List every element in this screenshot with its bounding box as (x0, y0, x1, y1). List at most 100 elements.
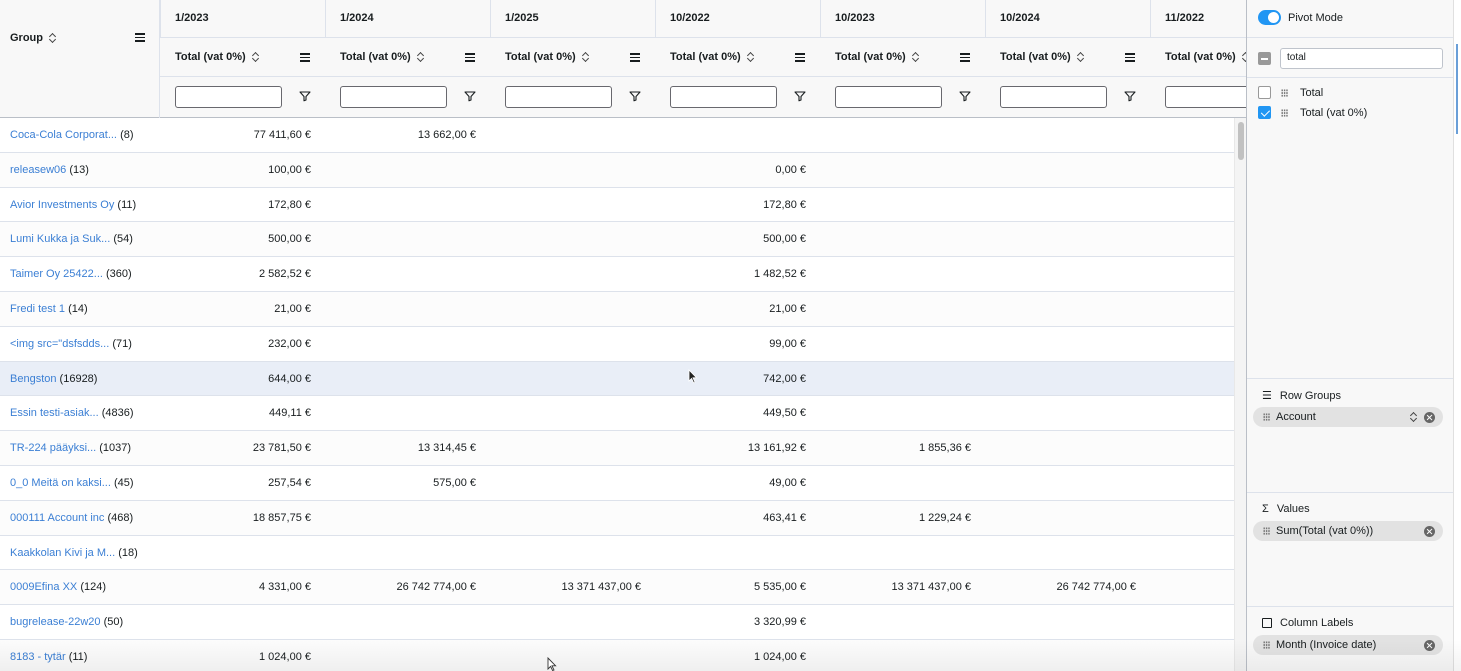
sort-icon[interactable] (1077, 52, 1085, 62)
group-name-link[interactable]: Essin testi-asiak... (10, 407, 99, 419)
group-name-link[interactable]: 0009Efina XX (10, 581, 77, 593)
table-row[interactable]: 0_0 Meitä on kaksi... (45) 257,54 € 575,00… (0, 466, 1234, 501)
drag-handle-icon[interactable] (1281, 88, 1288, 97)
table-row[interactable]: 0009Efina XX (124) 4 331,00 € 26 742 774,0… (0, 570, 1234, 606)
group-name-link[interactable]: TR-224 pääyksi... (10, 442, 96, 454)
group-cell[interactable]: 000111 Account inc (468) (10, 512, 133, 524)
column-filter-input[interactable] (1165, 86, 1246, 108)
side-bar-tabs[interactable] (1453, 0, 1461, 671)
filter-icon[interactable] (1124, 90, 1136, 102)
column-filter-input[interactable] (175, 86, 282, 108)
toggle-switch[interactable] (1258, 10, 1281, 25)
sort-icon[interactable] (417, 52, 425, 62)
column-filter-input[interactable] (670, 86, 777, 108)
column-header[interactable]: 11/2022 Total (vat 0%) (1150, 0, 1246, 118)
group-name-link[interactable]: 000111 Account inc (10, 512, 104, 524)
column-filter-input[interactable] (505, 86, 612, 108)
column-header[interactable]: 10/2023 Total (vat 0%) (820, 0, 985, 118)
group-cell[interactable]: Fredi test 1 (14) (10, 303, 88, 315)
drag-handle-icon[interactable] (1263, 641, 1270, 649)
column-filter-input[interactable] (1000, 86, 1107, 108)
table-row[interactable]: <img src="dsfsdds... (71) 232,00 € 99,00 € (0, 326, 1234, 362)
remove-icon[interactable] (1424, 525, 1435, 537)
value-header[interactable]: Total (vat 0%) (505, 51, 590, 63)
group-name-link[interactable]: Bengston (10, 373, 56, 385)
column-menu-icon[interactable] (630, 53, 640, 62)
table-row[interactable]: Fredi test 1 (14) 21,00 € 21,00 € (0, 292, 1234, 327)
group-cell[interactable]: 8183 - tytär (11) (10, 651, 87, 663)
sort-icon[interactable] (49, 33, 57, 43)
column-checkbox[interactable] (1258, 86, 1271, 99)
table-row[interactable]: TR-224 pääyksi... (1037) 23 781,50 € 13 31… (0, 431, 1234, 466)
column-item-total[interactable]: Total (1258, 86, 1323, 99)
column-menu-icon[interactable] (1125, 53, 1135, 62)
group-cell[interactable]: bugrelease-22w20 (50) (10, 616, 123, 628)
sort-icon[interactable] (582, 52, 590, 62)
column-menu-icon[interactable] (135, 33, 145, 42)
group-name-link[interactable]: Avior Investments Oy (10, 199, 114, 211)
value-pill[interactable]: Sum(Total (vat 0%)) (1253, 521, 1443, 541)
column-checkbox-checked[interactable] (1258, 106, 1271, 119)
column-menu-icon[interactable] (465, 53, 475, 62)
table-row[interactable]: Bengston (16928) 644,00 € 742,00 € (0, 361, 1234, 397)
table-row[interactable]: Coca-Cola Corporat... (8) 77 411,60 € 13 6… (0, 118, 1234, 153)
group-name-link[interactable]: bugrelease-22w20 (10, 616, 101, 628)
table-row[interactable]: Avior Investments Oy (11) 172,80 € 172,80 … (0, 187, 1234, 223)
group-name-link[interactable]: <img src="dsfsdds... (10, 338, 109, 350)
value-header[interactable]: Total (vat 0%) (340, 51, 425, 63)
drag-handle-icon[interactable] (1263, 413, 1270, 421)
filter-icon[interactable] (299, 90, 311, 102)
remove-icon[interactable] (1424, 411, 1435, 423)
value-header[interactable]: Total (vat 0%) (670, 51, 755, 63)
column-filter-input[interactable] (835, 86, 942, 108)
value-header[interactable]: Total (vat 0%) (175, 51, 260, 63)
column-header[interactable]: 1/2023 Total (vat 0%) (160, 0, 325, 118)
group-cell[interactable]: 0_0 Meitä on kaksi... (45) (10, 477, 134, 489)
filter-icon[interactable] (794, 90, 806, 102)
table-row[interactable]: 000111 Account inc (468) 18 857,75 € 463,4… (0, 500, 1234, 536)
value-header[interactable]: Total (vat 0%) (1000, 51, 1085, 63)
group-name-link[interactable]: Coca-Cola Corporat... (10, 129, 117, 141)
column-menu-icon[interactable] (300, 53, 310, 62)
group-name-link[interactable]: 8183 - tytär (10, 651, 66, 663)
group-cell[interactable]: Coca-Cola Corporat... (8) (10, 129, 134, 141)
filter-icon[interactable] (629, 90, 641, 102)
filter-icon[interactable] (464, 90, 476, 102)
table-row[interactable]: Essin testi-asiak... (4836) 449,11 € 449,5… (0, 396, 1234, 432)
column-search-input[interactable]: total (1280, 48, 1443, 69)
column-header[interactable]: 10/2022 Total (vat 0%) (655, 0, 820, 118)
column-filter-input[interactable] (340, 86, 447, 108)
column-menu-icon[interactable] (960, 53, 970, 62)
group-cell[interactable]: Bengston (16928) (10, 373, 97, 385)
sort-icon[interactable] (912, 52, 920, 62)
group-name-link[interactable]: Taimer Oy 25422... (10, 268, 103, 280)
table-row[interactable]: Kaakkolan Kivi ja M... (18) (0, 535, 1234, 571)
group-name-link[interactable]: Lumi Kukka ja Suk... (10, 233, 110, 245)
group-name-link[interactable]: Fredi test 1 (10, 303, 65, 315)
group-cell[interactable]: Lumi Kukka ja Suk... (54) (10, 233, 133, 245)
sort-icon[interactable] (252, 52, 260, 62)
table-row[interactable]: 8183 - tytär (11) 1 024,00 € 1 024,00 € (0, 640, 1234, 671)
table-row[interactable]: Lumi Kukka ja Suk... (54) 500,00 € 500,00 … (0, 222, 1234, 258)
vertical-scrollbar[interactable] (1234, 118, 1246, 671)
group-name-link[interactable]: Kaakkolan Kivi ja M... (10, 547, 115, 559)
group-cell[interactable]: Kaakkolan Kivi ja M... (18) (10, 547, 138, 559)
column-header[interactable]: 10/2024 Total (vat 0%) (985, 0, 1150, 118)
remove-icon[interactable] (1424, 639, 1435, 651)
select-all-checkbox[interactable] (1258, 52, 1271, 65)
group-cell[interactable]: releasew06 (13) (10, 164, 89, 176)
group-cell[interactable]: 0009Efina XX (124) (10, 581, 106, 593)
group-name-link[interactable]: releasew06 (10, 164, 66, 176)
group-cell[interactable]: Taimer Oy 25422... (360) (10, 268, 132, 280)
pivot-mode-toggle[interactable]: Pivot Mode (1258, 10, 1343, 25)
group-cell[interactable]: Avior Investments Oy (11) (10, 199, 136, 211)
filter-icon[interactable] (959, 90, 971, 102)
group-cell[interactable]: <img src="dsfsdds... (71) (10, 338, 132, 350)
sort-icon[interactable] (747, 52, 755, 62)
column-menu-icon[interactable] (795, 53, 805, 62)
group-cell[interactable]: Essin testi-asiak... (4836) (10, 407, 134, 419)
group-cell[interactable]: TR-224 pääyksi... (1037) (10, 442, 131, 454)
scrollbar-thumb[interactable] (1238, 122, 1244, 160)
drag-handle-icon[interactable] (1281, 108, 1288, 117)
table-row[interactable]: Taimer Oy 25422... (360) 2 582,52 € 1 482,… (0, 257, 1234, 292)
